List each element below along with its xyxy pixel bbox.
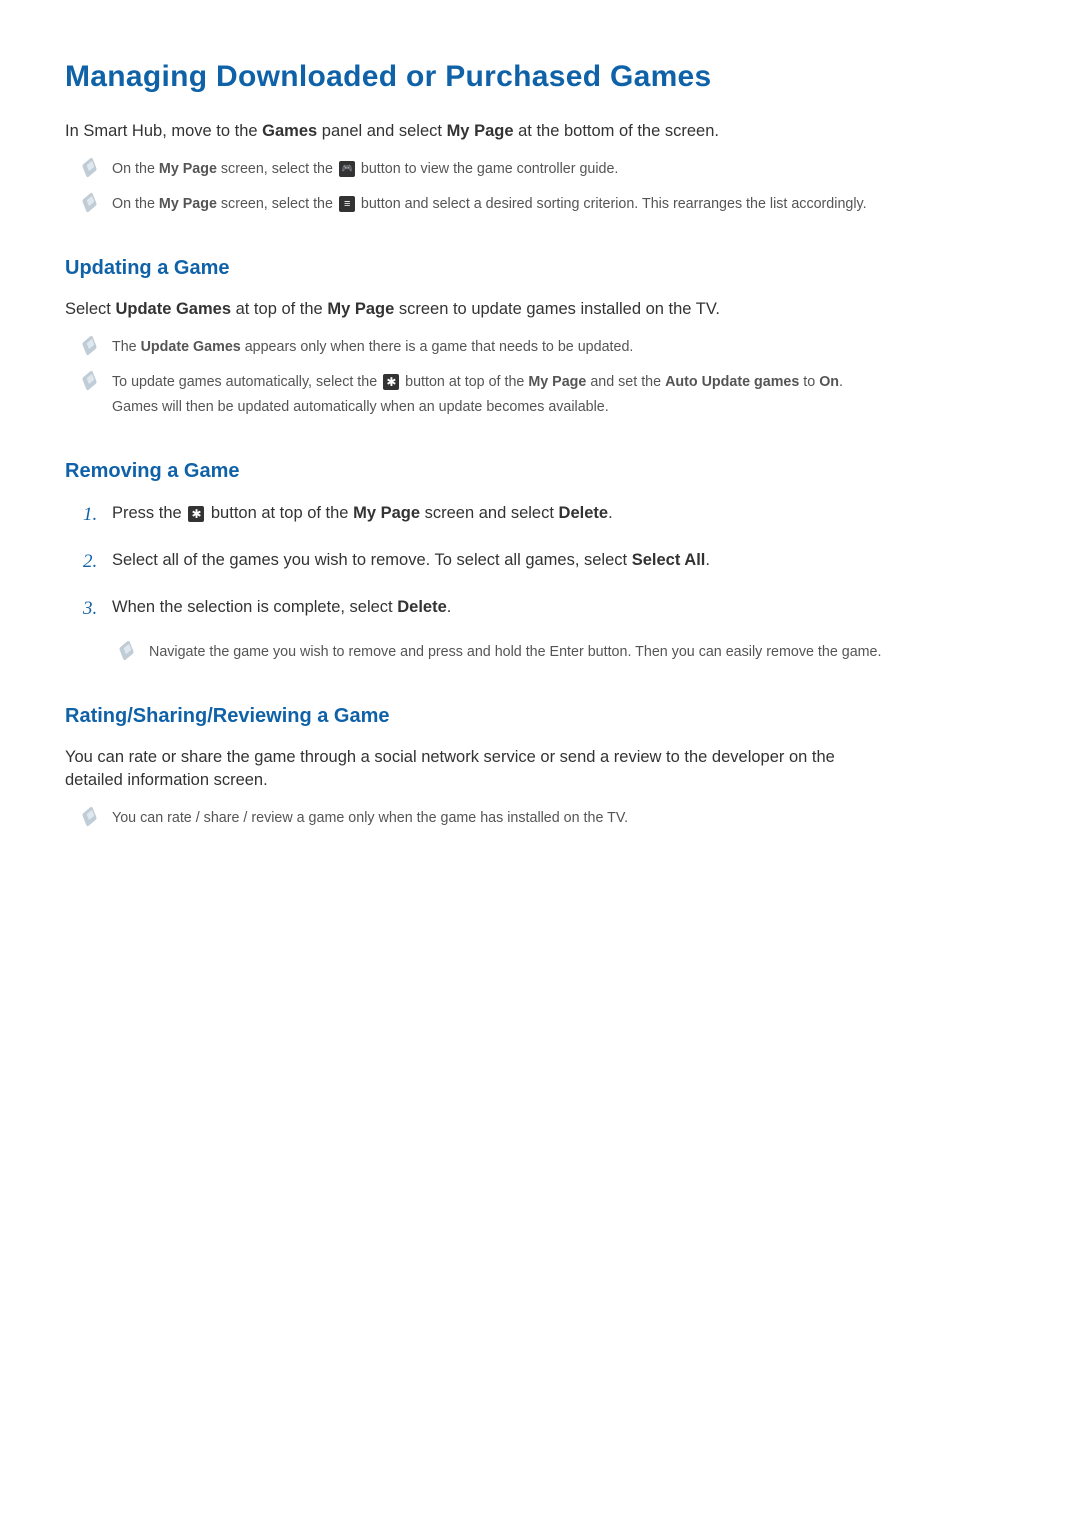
- text: screen and select: [420, 504, 559, 522]
- rating-lead: You can rate or share the game through a…: [65, 746, 885, 792]
- text: In Smart Hub, move to the: [65, 122, 262, 140]
- text: panel and select: [317, 122, 446, 140]
- text: screen, select the: [217, 161, 337, 177]
- term-my-page: My Page: [159, 161, 217, 177]
- term-auto-update-games: Auto Update games: [665, 374, 799, 390]
- section-title: Rating/Sharing/Reviewing a Game: [65, 705, 885, 728]
- text: button to view the game controller guide…: [357, 161, 618, 177]
- text: You can rate / share / review a game onl…: [112, 810, 628, 826]
- note-item: On the My Page screen, select the button…: [83, 192, 885, 217]
- text: .: [608, 504, 613, 522]
- intro-paragraph: In Smart Hub, move to the Games panel an…: [65, 120, 885, 143]
- step-subnotes: Navigate the game you wish to remove and…: [112, 640, 885, 665]
- text: Press the: [112, 504, 186, 522]
- text: Select all of the games you wish to remo…: [112, 551, 632, 569]
- note-item: You can rate / share / review a game onl…: [83, 806, 885, 831]
- updating-lead: Select Update Games at top of the My Pag…: [65, 298, 885, 321]
- text: When the selection is complete, select: [112, 598, 397, 616]
- term-update-games: Update Games: [115, 300, 231, 318]
- section-title: Updating a Game: [65, 257, 885, 280]
- text: .: [705, 551, 710, 569]
- step-item: Press the button at top of the My Page s…: [83, 501, 885, 526]
- term-delete: Delete: [397, 598, 447, 616]
- step-item: Select all of the games you wish to remo…: [83, 548, 885, 573]
- text: screen, select the: [217, 196, 337, 212]
- term-my-page: My Page: [528, 374, 586, 390]
- term-delete: Delete: [559, 504, 609, 522]
- text: screen to update games installed on the …: [394, 300, 720, 318]
- section-title: Removing a Game: [65, 460, 885, 483]
- note-item: To update games automatically, select th…: [83, 370, 885, 420]
- term-on: On: [819, 374, 839, 390]
- term-select-all: Select All: [632, 551, 706, 569]
- text: On the: [112, 161, 159, 177]
- term-my-page: My Page: [353, 504, 420, 522]
- gear-icon: [383, 374, 399, 390]
- rating-notes: You can rate / share / review a game onl…: [65, 806, 885, 831]
- term-my-page: My Page: [327, 300, 394, 318]
- text: The: [112, 339, 141, 355]
- text: button at top of the: [206, 504, 353, 522]
- text: To update games automatically, select th…: [112, 374, 381, 390]
- text: .: [447, 598, 452, 616]
- updating-notes: The Update Games appears only when there…: [65, 335, 885, 420]
- text: at top of the: [231, 300, 327, 318]
- list-icon: [339, 196, 355, 212]
- text: button at top of the: [401, 374, 528, 390]
- section-removing: Removing a Game Press the button at top …: [65, 460, 885, 664]
- term-my-page: My Page: [159, 196, 217, 212]
- page-title: Managing Downloaded or Purchased Games: [65, 60, 885, 94]
- removing-steps: Press the button at top of the My Page s…: [65, 501, 885, 664]
- controller-icon: [339, 161, 355, 177]
- text: and set the: [586, 374, 665, 390]
- intro-notes: On the My Page screen, select the button…: [65, 157, 885, 217]
- note-item: On the My Page screen, select the button…: [83, 157, 885, 182]
- text: On the: [112, 196, 159, 212]
- text: appears only when there is a game that n…: [241, 339, 634, 355]
- text: Navigate the game you wish to remove and…: [149, 644, 882, 660]
- term-my-page: My Page: [447, 122, 514, 140]
- term-update-games: Update Games: [141, 339, 241, 355]
- text: to: [799, 374, 819, 390]
- section-updating: Updating a Game Select Update Games at t…: [65, 257, 885, 420]
- term-games: Games: [262, 122, 317, 140]
- step-item: When the selection is complete, select D…: [83, 595, 885, 665]
- text: button and select a desired sorting crit…: [357, 196, 867, 212]
- note-item: The Update Games appears only when there…: [83, 335, 885, 360]
- note-item: Navigate the game you wish to remove and…: [120, 640, 885, 665]
- manual-page: Managing Downloaded or Purchased Games I…: [0, 0, 950, 905]
- section-rating: Rating/Sharing/Reviewing a Game You can …: [65, 705, 885, 831]
- text: at the bottom of the screen.: [514, 122, 719, 140]
- gear-icon: [188, 506, 204, 522]
- text: Select: [65, 300, 115, 318]
